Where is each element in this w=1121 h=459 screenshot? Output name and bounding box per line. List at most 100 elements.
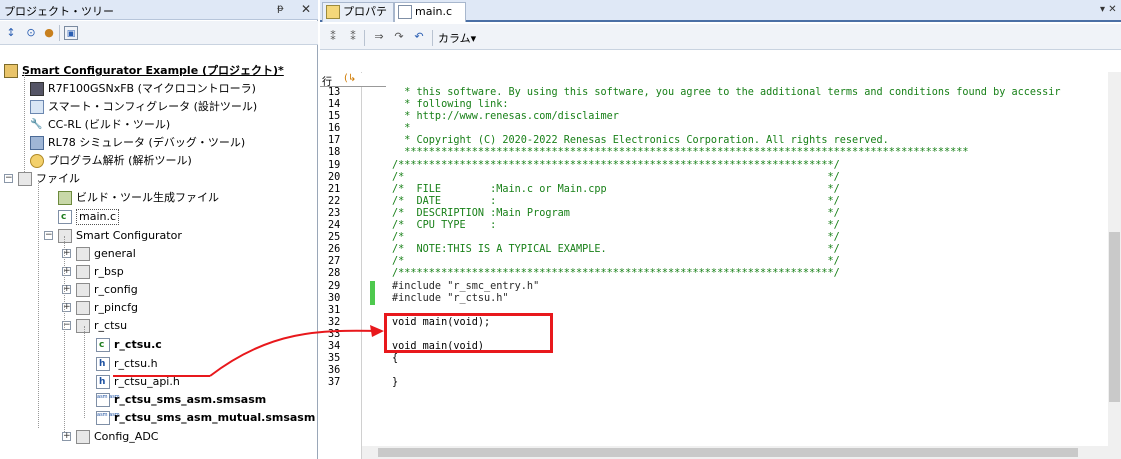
code-line: 18 *************************************… — [320, 147, 1110, 159]
change-marker — [370, 377, 375, 389]
change-marker — [370, 196, 375, 208]
sort-icon[interactable]: ↕ — [4, 26, 18, 40]
code-text: /* FILE :Main.c or Main.cpp */ — [392, 183, 840, 195]
tree-guide-line — [38, 180, 39, 428]
tree-item-label: r_config — [94, 283, 138, 296]
code-text: * following link: — [392, 99, 509, 111]
code-line: 14 * following link: — [320, 99, 1110, 111]
folder-icon — [18, 172, 32, 186]
line-number: 33 — [328, 328, 341, 340]
user-icon[interactable]: ● — [42, 26, 56, 40]
change-marker — [370, 317, 375, 329]
line-number: 31 — [328, 304, 341, 316]
bookmark-next-icon[interactable]: ⁑ — [346, 30, 360, 44]
vertical-scroll-thumb[interactable] — [1109, 232, 1120, 402]
editor-tab-bar: プロパティ main.c ▾ ✕ — [320, 0, 1121, 36]
project-tree-toolbar: ↕ ⊙ ● ▣ — [0, 21, 318, 45]
line-number: 13 — [328, 87, 341, 98]
line-number: 19 — [328, 159, 341, 171]
code-line: 29 #include "r_smc_entry.h" — [320, 280, 1110, 293]
config-tool-icon — [30, 100, 44, 114]
tree-item-label: main.c — [76, 209, 120, 225]
c-file-icon — [96, 336, 110, 354]
code-text: /* DESCRIPTION :Main Program */ — [392, 207, 840, 219]
line-number: 37 — [328, 377, 341, 389]
jump-icon[interactable]: ⇒ — [372, 30, 386, 44]
change-marker — [370, 184, 375, 196]
line-number: 23 — [328, 207, 341, 219]
properties-icon[interactable]: ▣ — [64, 26, 78, 40]
tab-main-c[interactable]: main.c — [394, 2, 466, 22]
code-text: { — [392, 353, 399, 365]
tree-item-label: r_ctsu_sms_asm_mutual.smsasm — [114, 411, 316, 424]
refresh-icon[interactable]: ⊙ — [24, 26, 38, 40]
change-marker — [370, 341, 375, 353]
undo-icon[interactable]: ↶ — [412, 30, 426, 44]
change-marker — [370, 365, 375, 377]
header-file-icon — [96, 373, 110, 391]
column-menu[interactable]: カラム▾ — [438, 30, 476, 46]
tree-item-label: r_ctsu — [94, 319, 128, 332]
line-number: 16 — [328, 123, 341, 135]
line-number: 15 — [328, 111, 341, 123]
toolbar-separator — [432, 30, 433, 46]
properties-tab-icon — [326, 5, 340, 19]
tree-item-label: RL78 シミュレータ (デバッグ・ツール) — [48, 136, 246, 149]
folder-icon — [76, 430, 90, 444]
generated-files-icon — [58, 191, 72, 205]
change-marker — [370, 147, 375, 159]
pin-icon[interactable]: ᵽ — [277, 3, 284, 14]
tree-item-label: ビルド・ツール生成ファイル — [76, 191, 219, 204]
tree-item-label: R7F100GSNxFB (マイクロコントローラ) — [48, 82, 256, 95]
code-line: 17 * Copyright (C) 2020-2022 Renesas Ele… — [320, 135, 1110, 147]
tree-item-label: Smart Configurator — [76, 229, 182, 242]
change-marker — [370, 111, 375, 123]
code-line: 13 * this software. By using this softwa… — [320, 87, 1110, 99]
code-text: /* */ — [392, 232, 840, 244]
tree-guide-line — [64, 236, 65, 432]
tree-item-label: CC-RL (ビルド・ツール) — [48, 118, 171, 131]
folder-icon — [76, 319, 90, 333]
folder-icon — [76, 301, 90, 315]
bookmark-icon[interactable]: ⁑ — [326, 30, 340, 44]
code-line: 15 * http://www.renesas.com/disclaimer — [320, 111, 1110, 123]
tab-overflow-chevron-icon[interactable]: ▾ ✕ — [1100, 4, 1117, 15]
code-text: ****************************************… — [392, 147, 969, 159]
line-number: 26 — [328, 244, 341, 256]
close-icon[interactable]: ✕ — [301, 2, 311, 16]
expand-icon[interactable]: + — [62, 432, 71, 441]
c-file-icon — [398, 5, 412, 19]
change-marker — [370, 135, 375, 147]
line-number: 17 — [328, 135, 341, 147]
jump-column-header: (↳ — [344, 73, 357, 84]
collapse-icon[interactable]: − — [4, 174, 13, 183]
vertical-scrollbar[interactable] — [1108, 72, 1121, 459]
code-text: /* CPU TYPE : */ — [392, 220, 840, 232]
code-line: 26 /* NOTE:THIS IS A TYPICAL EXAMPLE. */ — [320, 244, 1110, 256]
horizontal-scroll-thumb[interactable] — [378, 448, 1078, 457]
line-number: 14 — [328, 99, 341, 111]
line-number: 21 — [328, 183, 341, 195]
code-line: 22 /* DATE : */ — [320, 196, 1110, 208]
tree-item-label: r_ctsu.c — [114, 338, 162, 351]
tab-properties[interactable]: プロパティ — [322, 2, 394, 36]
code-text: } — [392, 377, 399, 389]
tree-item-label: r_ctsu_api.h — [114, 375, 180, 388]
tree-item-label: ファイル — [36, 172, 80, 185]
code-line: 35 { — [320, 353, 1110, 365]
folder-icon — [76, 247, 90, 261]
code-text: #include "r_ctsu.h" — [392, 292, 509, 304]
tree-guide-line — [84, 326, 85, 418]
code-line: 37} — [320, 377, 1110, 389]
redo-icon[interactable]: ↷ — [392, 30, 406, 44]
tree-item-label: r_bsp — [94, 265, 124, 278]
code-text: * Copyright (C) 2020-2022 Renesas Electr… — [392, 135, 889, 147]
collapse-icon[interactable]: − — [44, 231, 53, 240]
code-text: /* */ — [392, 171, 840, 183]
line-number: 34 — [328, 340, 341, 352]
code-line: 20 /* */ — [320, 172, 1110, 184]
line-number: 32 — [328, 316, 341, 328]
code-line: 23 /* DESCRIPTION :Main Program */ — [320, 208, 1110, 220]
tree-item-label: Smart Configurator Example (プロジェクト)* — [22, 64, 284, 77]
horizontal-scrollbar[interactable] — [362, 446, 1108, 459]
